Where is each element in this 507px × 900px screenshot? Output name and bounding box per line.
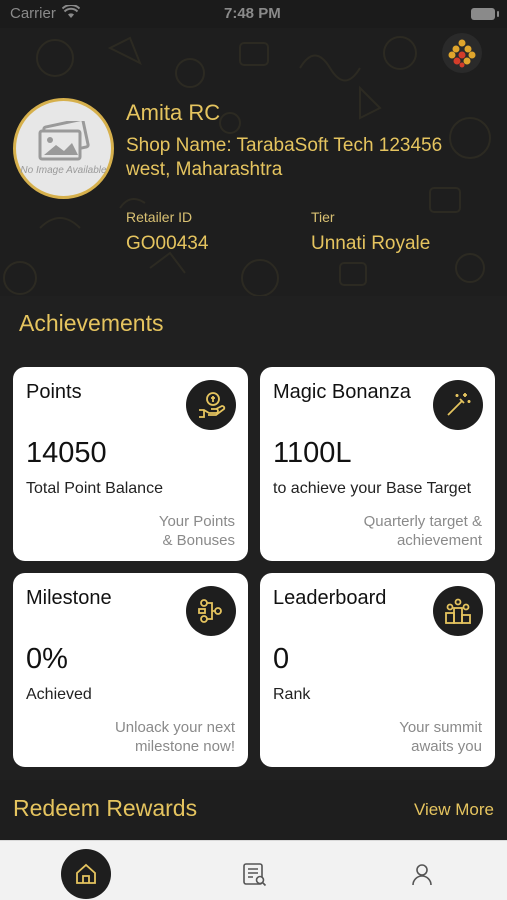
card-note: Quarterly target & achievement — [364, 512, 482, 550]
card-subtitle: Achieved — [26, 686, 92, 703]
tier-value: Unnati Royale — [311, 233, 431, 254]
card-subtitle: Total Point Balance — [26, 480, 163, 497]
card-note-line-1: Quarterly target & — [363, 513, 482, 530]
avatar[interactable]: No Image Available — [13, 98, 114, 199]
card-title: Points — [26, 381, 82, 403]
hand-coin-icon — [186, 380, 236, 430]
magic-wand-icon — [433, 380, 483, 430]
shop-name-line-1: Shop Name: TarabaSoft Tech 123456 — [126, 135, 443, 156]
card-value: 14050 — [26, 437, 107, 469]
carrier-label: Carrier — [10, 5, 56, 22]
card-note: Your Points & Bonuses — [159, 512, 235, 550]
card-value: 1100L — [273, 437, 352, 469]
card-note-line-2: awaits you — [411, 738, 482, 755]
catalog-icon — [243, 863, 267, 887]
tab-catalog[interactable] — [229, 849, 279, 899]
tab-profile[interactable] — [397, 849, 447, 899]
card-subtitle: Rank — [273, 686, 311, 703]
card-value: 0% — [26, 643, 68, 675]
points-card[interactable]: Points 14050 Total Point Balance Your Po… — [13, 367, 248, 561]
shop-name: Shop Name: TarabaSoft Tech 123456 west, … — [126, 134, 496, 182]
card-title: Milestone — [26, 587, 112, 609]
magic-bonanza-card[interactable]: Magic Bonanza 1100L to achieve your Base… — [260, 367, 495, 561]
achievements-heading: Achievements — [19, 310, 164, 336]
app-logo-icon[interactable] — [442, 33, 482, 73]
leaderboard-podium-icon — [433, 586, 483, 636]
card-note-line-2: achievement — [396, 532, 482, 549]
tier-label: Tier — [311, 209, 335, 225]
card-note-line-1: Unloack your next — [114, 719, 235, 736]
view-more-link[interactable]: View More — [414, 800, 494, 820]
card-note-line-2: milestone now! — [134, 738, 235, 755]
redeem-rewards-heading: Redeem Rewards — [13, 795, 198, 821]
no-image-label: No Image Available — [20, 165, 107, 176]
leaderboard-card[interactable]: Leaderboard 0 Rank Your summit awaits yo… — [260, 573, 495, 767]
profile-icon — [412, 864, 432, 886]
card-note: Unloack your next milestone now! — [115, 718, 235, 756]
retailer-id-label: Retailer ID — [126, 209, 193, 225]
milestone-card[interactable]: Milestone 0% Achieved Unloack your next … — [13, 573, 248, 767]
card-note-line-1: Your summit — [399, 719, 482, 736]
battery-icon — [471, 8, 499, 20]
status-time: 7:48 PM — [224, 5, 281, 22]
card-note-line-2: & Bonuses — [162, 532, 235, 549]
card-title: Magic Bonanza — [273, 381, 411, 403]
bottom-tab-bar — [0, 840, 507, 900]
shop-name-line-2: west, Maharashtra — [126, 159, 283, 180]
milestone-network-icon — [186, 586, 236, 636]
card-subtitle: to achieve your Base Target — [273, 480, 472, 497]
home-icon — [76, 863, 96, 884]
user-name: Amita RC — [126, 100, 221, 125]
card-title: Leaderboard — [273, 587, 387, 609]
image-placeholder-icon — [38, 121, 90, 161]
card-note: Your summit awaits you — [399, 718, 482, 756]
profile-header: No Image Available Amita RC Shop Name: T… — [0, 28, 507, 296]
wifi-icon — [61, 4, 81, 23]
card-note-line-1: Your Points — [158, 513, 235, 530]
status-bar: Carrier 7:48 PM — [0, 0, 507, 28]
card-value: 0 — [273, 643, 290, 675]
tab-home[interactable] — [61, 849, 111, 899]
retailer-id-value: GO00434 — [126, 233, 209, 254]
